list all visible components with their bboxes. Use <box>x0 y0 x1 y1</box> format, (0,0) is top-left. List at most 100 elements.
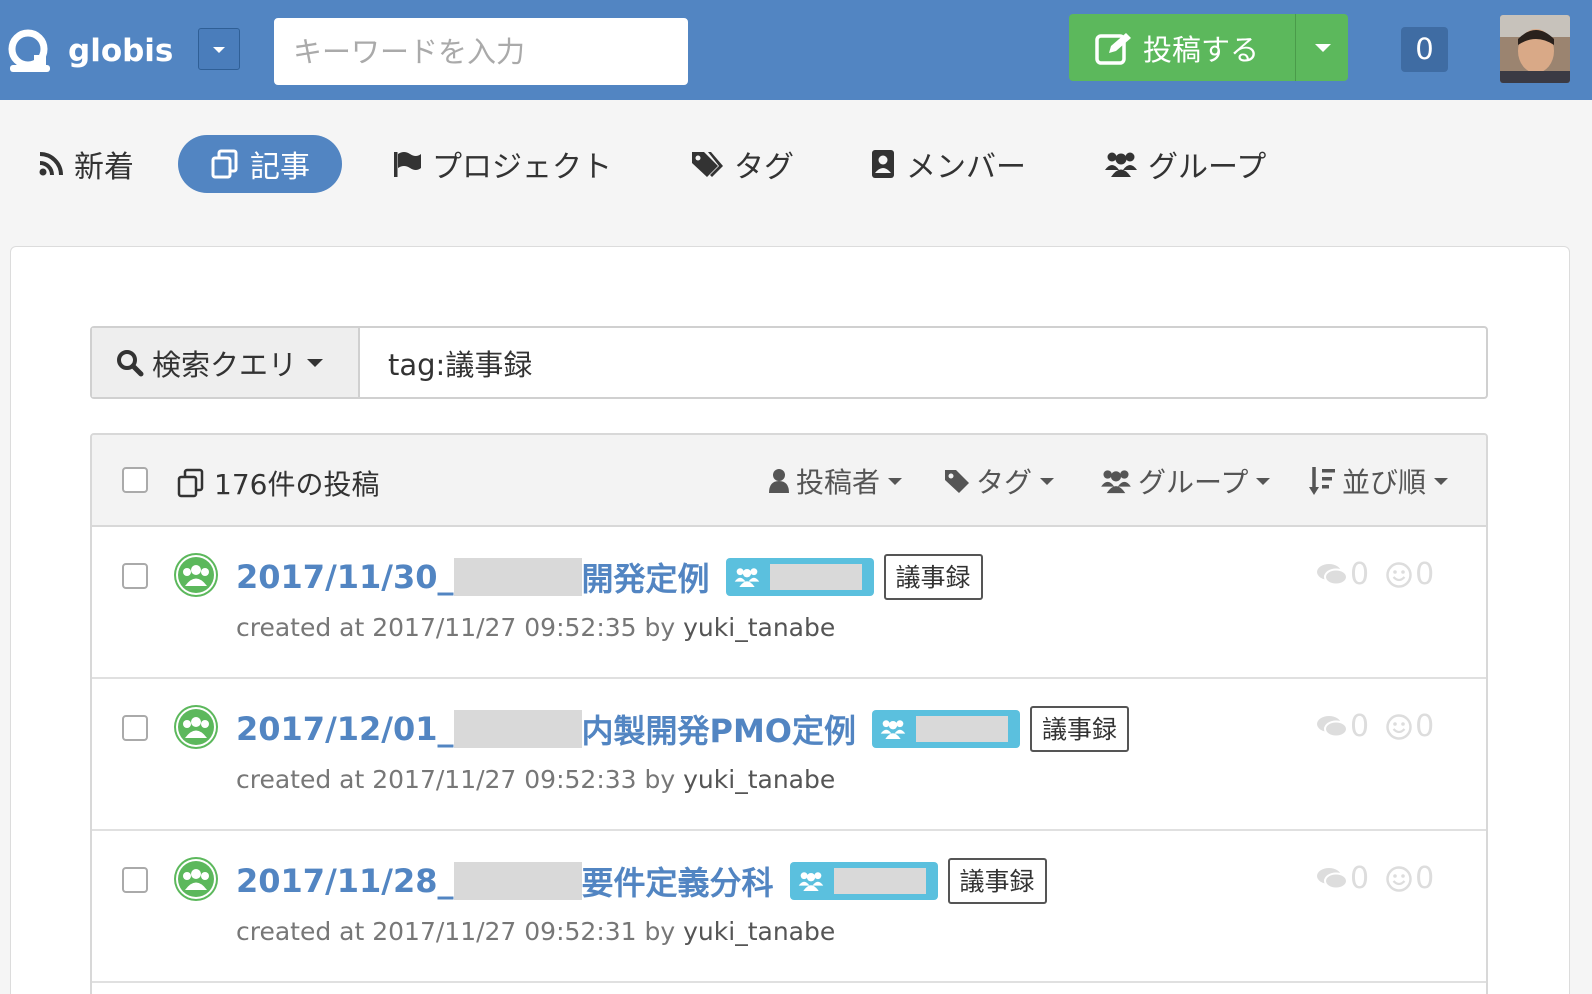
filter-group[interactable]: グループ <box>1100 461 1271 501</box>
select-all-checkbox[interactable] <box>122 467 148 493</box>
post-meta: created at 2017/11/27 09:52:35 by yuki_t… <box>236 613 835 642</box>
nav-articles-label: 記事 <box>250 150 310 185</box>
documents-icon <box>177 468 204 498</box>
app-name: globis <box>68 33 174 69</box>
group-label[interactable] <box>789 862 938 900</box>
nav-articles[interactable]: 記事 <box>178 135 342 193</box>
group-post-icon <box>174 857 218 901</box>
comments-icon <box>1317 867 1348 889</box>
app-logo[interactable]: globis <box>8 28 173 74</box>
filter-tag[interactable]: タグ <box>944 461 1055 501</box>
post-created-at: created at 2017/11/27 09:52:31 by <box>236 917 676 946</box>
post-author[interactable]: yuki_tanabe <box>683 917 835 946</box>
nav-new[interactable]: 新着 <box>38 135 134 193</box>
smile-icon <box>1386 561 1412 588</box>
post-author[interactable]: yuki_tanabe <box>683 765 835 794</box>
filter-group-label: グループ <box>1138 466 1249 499</box>
post-title-text: 要件定義分科 <box>581 864 774 902</box>
post-stats: 0 0 <box>1316 709 1434 744</box>
filter-author-label: 投稿者 <box>796 466 881 499</box>
post-created-at: created at 2017/11/27 09:52:35 by <box>236 613 676 642</box>
caret-down-icon <box>1434 477 1449 485</box>
new-post-label: 投稿する <box>1143 32 1260 67</box>
caret-down-icon <box>1256 477 1271 485</box>
nav-members[interactable]: メンバー <box>870 135 1026 193</box>
post-title-date: 2017/11/28_ <box>236 862 454 900</box>
nav-projects-label: プロジェクト <box>432 150 612 185</box>
caret-down-icon <box>1315 44 1331 52</box>
post-checkbox[interactable] <box>122 563 148 589</box>
logo-icon <box>8 29 52 73</box>
group-post-icon <box>174 705 218 749</box>
comment-count: 0 <box>1350 709 1370 744</box>
post-count: 176件の投稿 <box>176 463 379 503</box>
post-meta: created at 2017/11/27 09:52:31 by yuki_t… <box>236 917 835 946</box>
search-query-label: 検索クエリ <box>152 347 298 382</box>
filter-sort-label: 並び順 <box>1342 466 1427 499</box>
team-dropdown-button[interactable] <box>198 28 240 70</box>
nav-projects[interactable]: プロジェクト <box>392 135 612 193</box>
post-title-link[interactable]: 2017/11/30_ 開発定例 議事録 <box>236 553 983 601</box>
group-label[interactable] <box>872 710 1021 748</box>
tag-icon <box>945 470 969 493</box>
tag-badge[interactable]: 議事録 <box>947 858 1047 904</box>
tags-icon <box>692 152 723 177</box>
post-title-date: 2017/12/01_ <box>236 710 454 748</box>
users-icon <box>880 720 906 739</box>
documents-icon <box>211 149 238 179</box>
keyword-search-input[interactable] <box>274 18 688 85</box>
comment-count: 0 <box>1350 861 1370 896</box>
redacted-group-name <box>916 716 1009 742</box>
rss-icon <box>39 152 63 176</box>
post-count-label: 176件の投稿 <box>214 468 380 501</box>
post-list-header: 176件の投稿 投稿者 タグ グループ 並び順 <box>92 435 1486 527</box>
nav-members-label: メンバー <box>906 150 1026 185</box>
redacted-group-name <box>833 868 926 894</box>
redacted-text <box>453 558 582 596</box>
post-list: 176件の投稿 投稿者 タグ グループ 並び順 2017/11/30_ 開発定例… <box>90 433 1488 994</box>
redacted-group-name <box>769 564 862 590</box>
group-label[interactable] <box>725 558 874 596</box>
user-avatar[interactable] <box>1500 15 1570 83</box>
nav-groups-label: グループ <box>1148 150 1267 185</box>
post-author[interactable]: yuki_tanabe <box>683 613 835 642</box>
comments-icon <box>1317 715 1348 737</box>
post-checkbox[interactable] <box>122 867 148 893</box>
post-stats: 0 0 <box>1316 861 1434 896</box>
flag-icon <box>394 152 421 177</box>
search-query-input[interactable] <box>362 328 1486 397</box>
reaction-count: 0 <box>1415 557 1435 592</box>
users-icon <box>734 568 759 587</box>
tag-badge[interactable]: 議事録 <box>1030 706 1130 752</box>
smile-icon <box>1386 713 1412 740</box>
post-title-text: 内製開発PMO定例 <box>581 712 857 750</box>
post-title-link[interactable]: 2017/12/01_ 内製開発PMO定例 議事録 <box>236 705 1130 753</box>
notification-badge[interactable]: 0 <box>1401 27 1448 72</box>
search-query-dropdown[interactable]: 検索クエリ <box>92 328 360 397</box>
post-row[interactable]: 2017/11/30_ 開発定例 議事録 created at 2017/11/… <box>92 527 1486 679</box>
filter-author[interactable]: 投稿者 <box>768 461 903 501</box>
nav-groups[interactable]: グループ <box>1104 135 1266 193</box>
post-title-text: 開発定例 <box>581 560 710 598</box>
sort-icon <box>1309 467 1335 495</box>
nav-tags[interactable]: タグ <box>690 135 794 193</box>
caret-down-icon <box>888 477 903 485</box>
post-row[interactable]: 2017/12/01_ 内製開発PMO定例 議事録 created at 201… <box>92 679 1486 831</box>
address-book-icon <box>872 150 894 178</box>
post-options-dropdown[interactable] <box>1295 14 1348 81</box>
post-meta: created at 2017/11/27 09:52:33 by yuki_t… <box>236 765 835 794</box>
smile-icon <box>1386 865 1412 892</box>
nav-tags-label: タグ <box>734 150 794 185</box>
post-created-at: created at 2017/11/27 09:52:33 by <box>236 765 676 794</box>
post-stats: 0 0 <box>1316 557 1434 592</box>
new-post-button[interactable]: 投稿する <box>1069 14 1295 81</box>
filter-tag-label: タグ <box>976 466 1033 499</box>
caret-down-icon <box>307 358 324 367</box>
post-row[interactable]: 2017/11/28_ 要件定義分科 議事録 created at 2017/1… <box>92 831 1486 983</box>
edit-icon <box>1095 32 1131 65</box>
users-icon <box>798 872 823 891</box>
post-title-link[interactable]: 2017/11/28_ 要件定義分科 議事録 <box>236 857 1047 905</box>
filter-sort[interactable]: 並び順 <box>1308 461 1449 501</box>
tag-badge[interactable]: 議事録 <box>883 554 983 600</box>
post-checkbox[interactable] <box>122 715 148 741</box>
